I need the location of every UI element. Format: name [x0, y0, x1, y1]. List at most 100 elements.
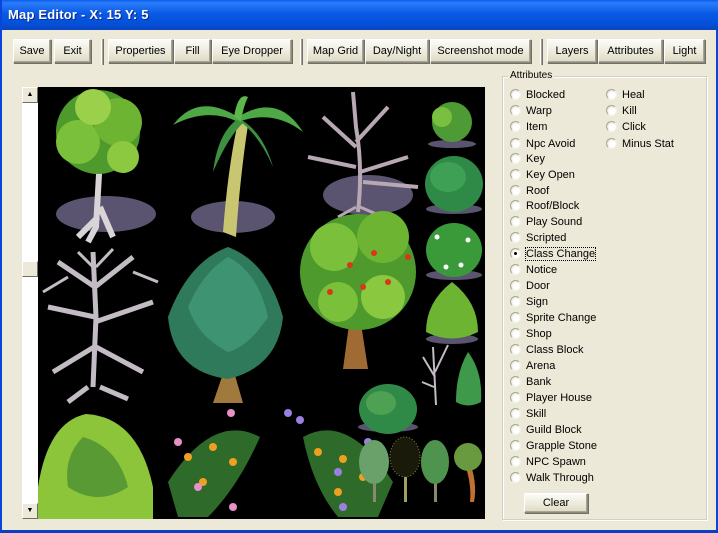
radio-circle-icon[interactable]: [510, 312, 521, 323]
day-night-button[interactable]: Day/Night: [365, 39, 429, 63]
radio-label: Roof: [526, 184, 550, 197]
radio-circle-icon[interactable]: [510, 153, 521, 164]
attribute-radio-class-change[interactable]: Class Change: [510, 246, 597, 261]
radio-circle-icon[interactable]: [606, 138, 617, 149]
radio-label: Class Block: [526, 343, 584, 356]
radio-label: Roof/Block: [526, 199, 580, 212]
scroll-thumb[interactable]: [22, 261, 38, 277]
radio-label: Skill: [526, 407, 547, 420]
attribute-radio-roof[interactable]: Roof: [510, 183, 549, 198]
radio-label: Blocked: [526, 88, 566, 101]
radio-circle-icon[interactable]: [510, 248, 521, 259]
radio-circle-icon[interactable]: [510, 408, 521, 419]
eye-dropper-button[interactable]: Eye Dropper: [212, 39, 292, 63]
radio-label: Kill: [622, 104, 637, 117]
attribute-radio-guild-block[interactable]: Guild Block: [510, 422, 582, 437]
radio-circle-icon[interactable]: [606, 89, 617, 100]
radio-circle-icon[interactable]: [510, 264, 521, 275]
radio-circle-icon[interactable]: [510, 328, 521, 339]
radio-circle-icon[interactable]: [606, 105, 617, 116]
radio-circle-icon[interactable]: [510, 89, 521, 100]
map-grid-button[interactable]: Map Grid: [307, 39, 364, 63]
attribute-radio-roof-block[interactable]: Roof/Block: [510, 198, 579, 213]
cypress-sprite: [456, 352, 482, 406]
attribute-radio-shop[interactable]: Shop: [510, 326, 552, 341]
window-title: Map Editor - X: 15 Y: 5: [8, 7, 149, 22]
radio-label: Click: [622, 120, 646, 133]
radio-label: Shop: [526, 327, 552, 340]
radio-circle-icon[interactable]: [510, 121, 521, 132]
attribute-radio-walk-through[interactable]: Walk Through: [510, 470, 594, 485]
properties-button[interactable]: Properties: [108, 39, 173, 63]
attribute-radio-warp[interactable]: Warp: [510, 103, 552, 118]
radio-label: Play Sound: [526, 215, 583, 228]
tileset-canvas[interactable]: [38, 87, 485, 519]
radio-circle-icon[interactable]: [510, 440, 521, 451]
scroll-down-button[interactable]: ▼: [22, 503, 38, 519]
radio-circle-icon[interactable]: [510, 424, 521, 435]
attributes-button[interactable]: Attributes: [598, 39, 663, 63]
attribute-radio-key-open[interactable]: Key Open: [510, 167, 575, 182]
mossy-bush-sprite: [358, 384, 418, 434]
radio-circle-icon[interactable]: [510, 280, 521, 291]
radio-label: Guild Block: [526, 423, 582, 436]
attribute-radio-npc-spawn[interactable]: NPC Spawn: [510, 454, 586, 469]
attribute-radio-key[interactable]: Key: [510, 151, 545, 166]
attribute-radio-sprite-change[interactable]: Sprite Change: [510, 310, 596, 325]
attribute-radio-player-house[interactable]: Player House: [510, 390, 592, 405]
radio-circle-icon[interactable]: [510, 456, 521, 467]
screenshot-mode-button[interactable]: Screenshot mode: [430, 39, 531, 63]
radio-circle-icon[interactable]: [510, 185, 521, 196]
clear-button[interactable]: Clear: [524, 493, 588, 513]
radio-label: Key Open: [526, 168, 575, 181]
radio-circle-icon[interactable]: [510, 376, 521, 387]
attribute-radio-arena[interactable]: Arena: [510, 358, 555, 373]
attribute-radio-item[interactable]: Item: [510, 119, 547, 134]
attribute-radio-click[interactable]: Click: [606, 119, 646, 134]
radio-label: Minus Stat: [622, 137, 674, 150]
attribute-radio-heal[interactable]: Heal: [606, 87, 645, 102]
attribute-radio-bank[interactable]: Bank: [510, 374, 551, 389]
radio-circle-icon[interactable]: [510, 344, 521, 355]
attribute-radio-grapple-stone[interactable]: Grapple Stone: [510, 438, 597, 453]
radio-label: Grapple Stone: [526, 439, 597, 452]
attribute-radio-sign[interactable]: Sign: [510, 294, 548, 309]
attribute-radio-kill[interactable]: Kill: [606, 103, 637, 118]
attribute-radio-class-block[interactable]: Class Block: [510, 342, 583, 357]
radio-label: Arena: [526, 359, 556, 372]
radio-circle-icon[interactable]: [510, 105, 521, 116]
attribute-radio-play-sound[interactable]: Play Sound: [510, 214, 582, 229]
layers-button[interactable]: Layers: [547, 39, 597, 63]
attribute-radio-npc-avoid[interactable]: Npc Avoid: [510, 136, 575, 151]
radio-label: Sprite Change: [526, 311, 597, 324]
radio-circle-icon[interactable]: [510, 169, 521, 180]
evergreen-tree-sprite: [168, 247, 283, 403]
radio-label: Bank: [526, 375, 552, 388]
attribute-radio-minus-stat[interactable]: Minus Stat: [606, 136, 674, 151]
attribute-radio-blocked[interactable]: Blocked: [510, 87, 565, 102]
radio-circle-icon[interactable]: [510, 296, 521, 307]
tileset-scrollbar[interactable]: ▲ ▼: [21, 87, 39, 519]
light-button[interactable]: Light: [664, 39, 705, 63]
fill-button[interactable]: Fill: [174, 39, 211, 63]
radio-circle-icon[interactable]: [510, 392, 521, 403]
radio-circle-icon[interactable]: [510, 360, 521, 371]
exit-button[interactable]: Exit: [54, 39, 91, 63]
radio-circle-icon[interactable]: [510, 232, 521, 243]
radio-circle-icon[interactable]: [510, 216, 521, 227]
radio-circle-icon[interactable]: [510, 138, 521, 149]
radio-circle-icon[interactable]: [510, 200, 521, 211]
toolbar: Save Exit Properties Fill Eye Dropper Map Gri…: [2, 35, 718, 65]
attribute-radio-door[interactable]: Door: [510, 278, 550, 293]
attribute-radio-scripted[interactable]: Scripted: [510, 230, 566, 245]
radio-label: Warp: [526, 104, 552, 117]
save-button[interactable]: Save: [13, 39, 51, 63]
attribute-radio-skill[interactable]: Skill: [510, 406, 546, 421]
attribute-radio-notice[interactable]: Notice: [510, 262, 557, 277]
radio-circle-icon[interactable]: [606, 121, 617, 132]
radio-circle-icon[interactable]: [510, 472, 521, 483]
radio-label: Class Change: [524, 246, 597, 261]
scroll-up-button[interactable]: ▲: [22, 87, 38, 103]
radio-label: NPC Spawn: [526, 455, 586, 468]
title-bar[interactable]: Map Editor - X: 15 Y: 5: [2, 0, 718, 30]
